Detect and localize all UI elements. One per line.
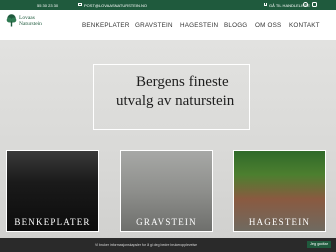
nav-item-om-oss[interactable]: OM OSS bbox=[255, 22, 281, 29]
facebook-icon[interactable] bbox=[303, 2, 308, 7]
cookie-accept-button[interactable]: Jeg godtar bbox=[307, 241, 331, 248]
nav-item-kontakt[interactable]: KONTAKT bbox=[289, 22, 320, 29]
email-link[interactable]: POST@LOVAASNATURSTEIN.NO bbox=[84, 3, 147, 8]
card-label: BENKEPLATER bbox=[14, 217, 91, 227]
hero-title-line1: Bergens fineste bbox=[136, 74, 229, 90]
cookie-text: Vi bruker informasjonskapsler for å gi d… bbox=[95, 243, 198, 247]
phone-number[interactable]: 55 30 23 30 bbox=[37, 3, 58, 8]
top-bar: 55 30 23 30 POST@LOVAASNATURSTEIN.NO GÅ … bbox=[0, 0, 336, 10]
nav-item-gravstein[interactable]: GRAVSTEIN bbox=[135, 22, 173, 29]
cart-icon bbox=[264, 3, 267, 6]
category-card-hagestein[interactable]: HAGESTEIN bbox=[233, 150, 326, 232]
envelope-icon bbox=[78, 3, 82, 6]
nav-item-blogg[interactable]: BLOGG bbox=[224, 22, 247, 29]
category-card-benkeplater[interactable]: BENKEPLATER bbox=[6, 150, 99, 232]
card-label: HAGESTEIN bbox=[248, 217, 311, 227]
nav-item-benkeplater[interactable]: BENKEPLATER bbox=[82, 22, 130, 29]
nav-item-hagestein[interactable]: HAGESTEIN bbox=[180, 22, 218, 29]
tree-icon[interactable] bbox=[6, 14, 17, 27]
hero-title-line2: utvalg av naturstein bbox=[116, 93, 235, 109]
card-label: GRAVSTEIN bbox=[136, 217, 197, 227]
category-card-gravstein[interactable]: GRAVSTEIN bbox=[120, 150, 213, 232]
logo-text-line2[interactable]: Naturstein bbox=[19, 21, 42, 27]
instagram-icon[interactable] bbox=[312, 2, 317, 7]
